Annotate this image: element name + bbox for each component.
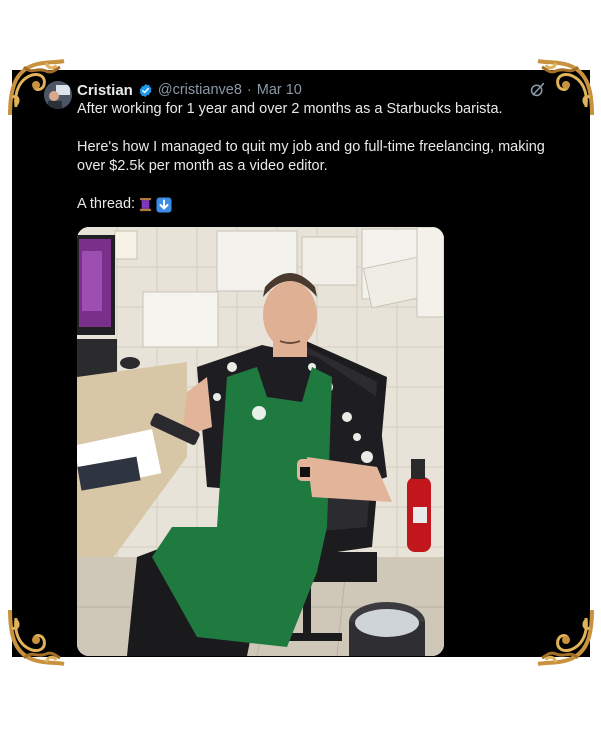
- thread-label: A thread:: [77, 196, 136, 212]
- tweet-paragraph: After working for 1 year and over 2 mont…: [77, 101, 503, 117]
- tweet-photo[interactable]: [77, 227, 444, 656]
- author-name[interactable]: Cristian: [77, 82, 133, 99]
- tweet-paragraph: Here's how I managed to quit my job and …: [77, 139, 545, 174]
- ornament-corner-bottom-right: [534, 606, 596, 668]
- author-handle[interactable]: @cristianve8: [158, 82, 242, 98]
- tweet-date[interactable]: Mar 10: [257, 82, 302, 98]
- tweet-header: Cristian @cristianve8 · Mar 10: [77, 80, 302, 100]
- verified-badge-icon: [138, 83, 153, 98]
- down-arrow-icon: [156, 197, 172, 213]
- tweet-body: After working for 1 year and over 2 mont…: [77, 100, 572, 214]
- separator-dot: ·: [246, 82, 252, 98]
- grok-icon[interactable]: [529, 81, 546, 98]
- spool-icon: [138, 197, 153, 212]
- ornament-corner-bottom-left: [6, 606, 68, 668]
- avatar[interactable]: [44, 81, 72, 109]
- thread-line: A thread:: [77, 195, 572, 214]
